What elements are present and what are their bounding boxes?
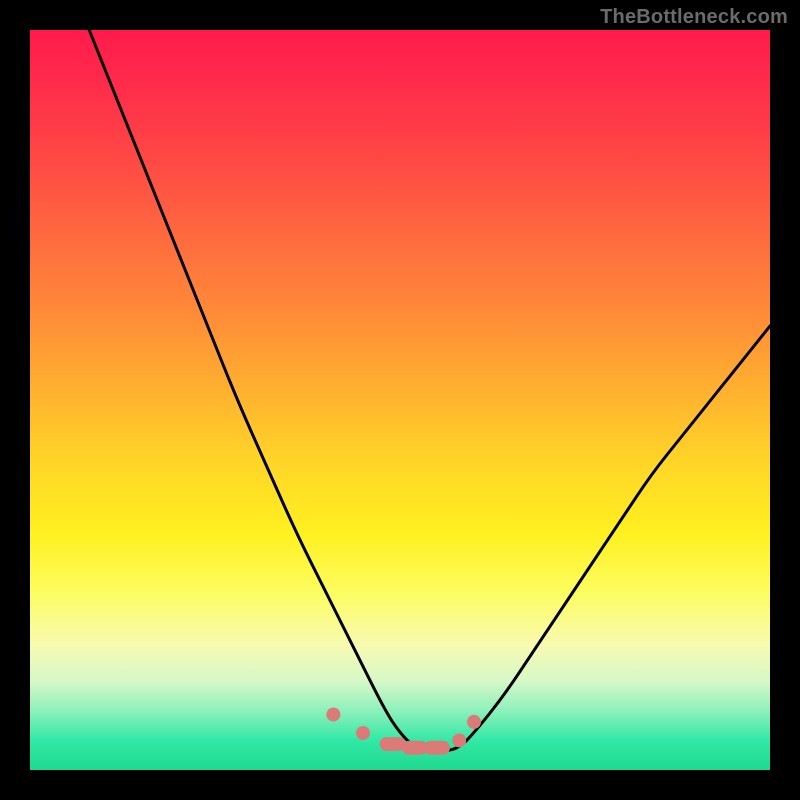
bottleneck-curve-path xyxy=(89,30,770,752)
marker-dot xyxy=(380,737,406,751)
watermark-text: TheBottleneck.com xyxy=(600,6,788,29)
chart-svg xyxy=(30,30,770,770)
chart-plot-area xyxy=(30,30,770,770)
marker-dot xyxy=(324,705,343,724)
marker-dot xyxy=(450,731,469,750)
marker-dot xyxy=(424,741,450,755)
bottom-marker-group xyxy=(324,705,484,755)
marker-dot xyxy=(402,741,428,755)
marker-dot xyxy=(464,712,484,732)
marker-dot xyxy=(353,723,372,742)
chart-frame: TheBottleneck.com xyxy=(0,0,800,800)
